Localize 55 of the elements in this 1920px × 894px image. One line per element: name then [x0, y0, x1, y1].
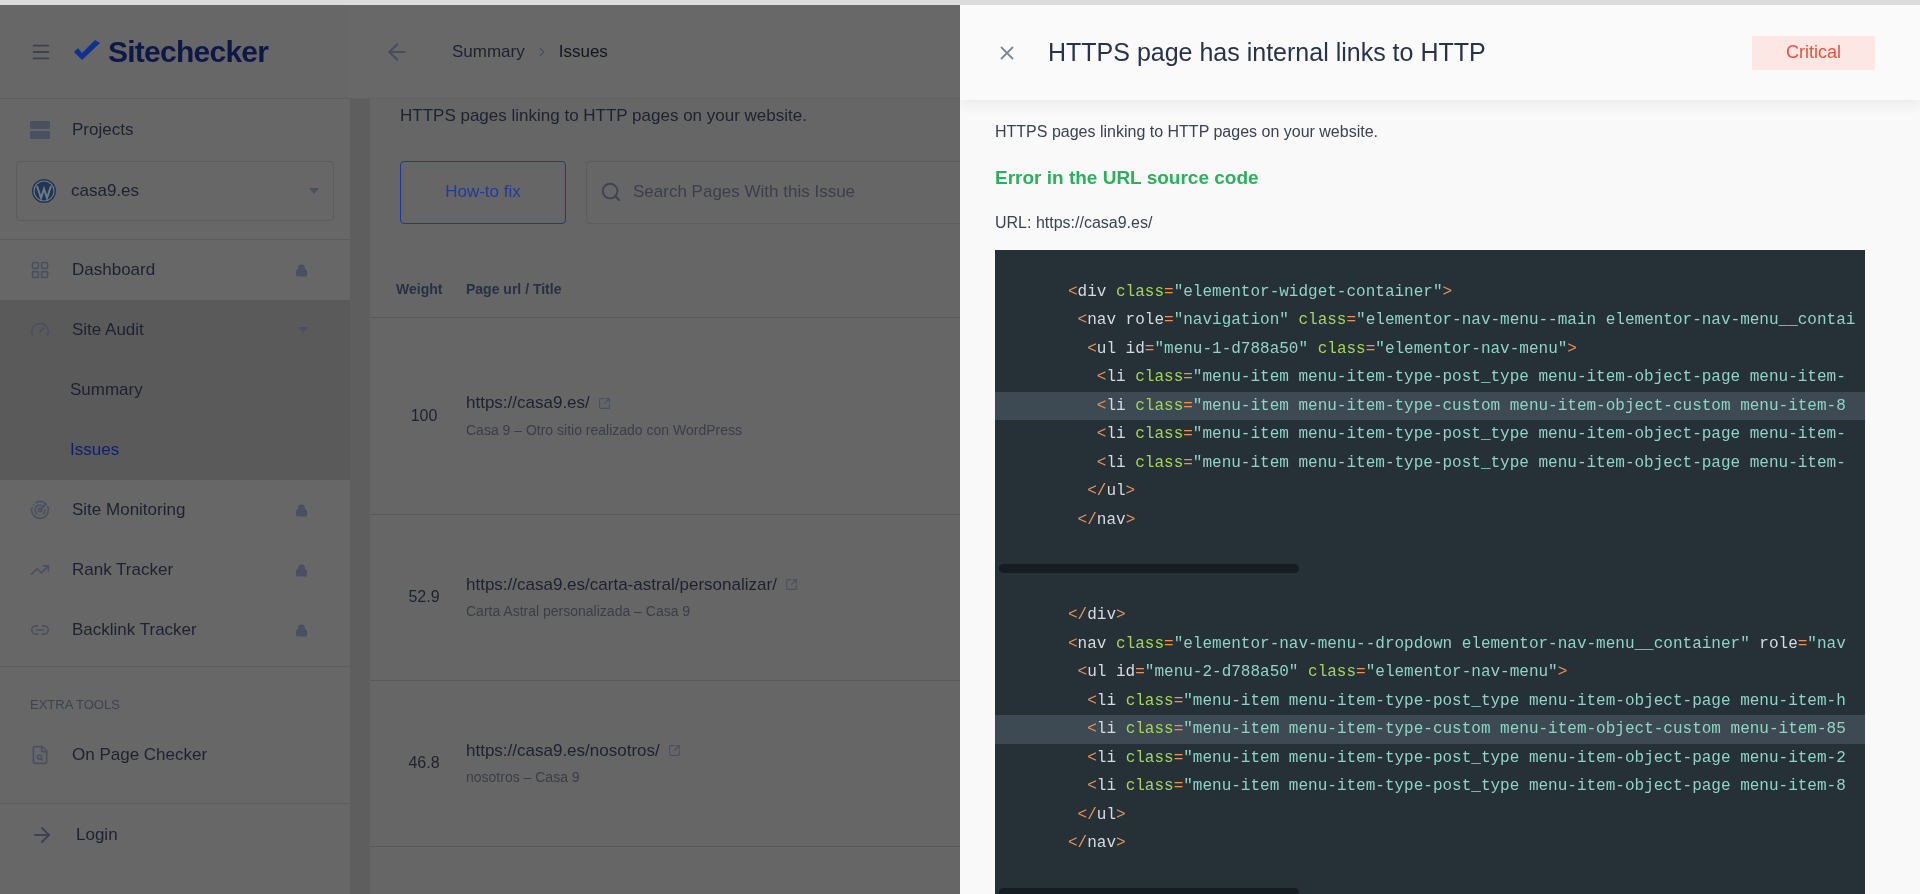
search-icon [600, 180, 622, 203]
nav-item[interactable]: On Page Checker [0, 724, 350, 785]
nav-subitem[interactable]: Summary [0, 360, 350, 420]
url-text: URL: https://casa9.es/ [995, 212, 1153, 233]
weight-cell-text: 52.9 [407, 587, 441, 607]
dashboard-icon [30, 260, 50, 280]
code-line: </ul> [1076, 804, 1127, 826]
page-url[interactable]: https://casa9.es/carta-astral/personalizar/ [466, 571, 777, 598]
code-line: <li class="menu-item menu-item-type-post_type menu-item-object-page menu-item-2 [1086, 747, 1847, 769]
breadcrumb-item[interactable]: Summary [452, 38, 525, 65]
code-line: <div class="elementor-widget-container"> [1067, 281, 1454, 303]
code-line: <li class="menu-item menu-item-type-post_type menu-item-object-page menu-item-h [1086, 690, 1847, 712]
nav-item[interactable]: Rank Tracker [0, 540, 350, 600]
column-header: Page url / Title [466, 279, 562, 299]
radar-icon [30, 500, 50, 520]
severity-badge: Critical [1752, 35, 1875, 70]
caret-icon [309, 188, 319, 194]
code-line: <ul id="menu-1-d788a50" class="elementor-nav-menu"> [1086, 338, 1578, 360]
nav-item[interactable]: Dashboard [0, 240, 350, 300]
drawer-description: HTTPS pages linking to HTTP pages on your website. [995, 122, 1378, 142]
file-search-icon [30, 744, 50, 765]
column-header: Weight [395, 279, 444, 299]
nav-subitem[interactable]: Issues [0, 420, 350, 480]
project-select[interactable]: casa9.es [16, 161, 334, 221]
login-link[interactable]: Login [0, 803, 350, 866]
nav-item[interactable]: Backlink Tracker [0, 600, 350, 660]
section-heading: Error in the URL source code [995, 166, 1259, 190]
server-icon [30, 121, 50, 139]
code-line: <li class="menu-item menu-item-type-post_type menu-item-object-page menu-item- [1095, 367, 1847, 388]
weight-cell-text: 100 [409, 405, 439, 426]
code-line: <li class="menu-item menu-item-type-post_type menu-item-object-page menu-item- [1095, 452, 1847, 474]
description-text: HTTPS pages linking to HTTP pages on your website. [400, 105, 807, 127]
drawer-title: HTTPS page has internal links to HTTP [1048, 36, 1487, 68]
page-url[interactable]: https://casa9.es/ [466, 390, 590, 416]
code-line: </nav> [1076, 509, 1137, 531]
how-to-fix-button[interactable]: How-to fix [400, 160, 566, 224]
code-line: <nav role="navigation" class="elementor-nav-menu--main elementor-nav-menu__contai [1076, 310, 1857, 331]
weight-cell-text: 46.8 [407, 753, 441, 773]
nav-item[interactable]: Site Audit [0, 300, 350, 360]
code-line: </ul> [1086, 481, 1137, 502]
breadcrumb-item: Issues [558, 40, 608, 63]
external-link-icon[interactable] [667, 744, 681, 757]
wordpress-icon [31, 178, 57, 204]
code-line: </div> [1067, 605, 1127, 626]
page-url[interactable]: https://casa9.es/nosotros/ [466, 737, 660, 764]
external-link-icon[interactable] [597, 396, 611, 410]
code-line: </nav> [1067, 833, 1127, 854]
code-line: <nav class="elementor-nav-menu--dropdown elementor-nav-menu__container" role="nav [1067, 633, 1847, 655]
nav-item[interactable]: Site Monitoring [0, 480, 350, 540]
code-line: <li class="menu-item menu-item-type-post_type menu-item-object-page menu-item-8 [1086, 776, 1847, 797]
projects-label[interactable]: Projects [72, 117, 134, 143]
logo-text: Sitechecker [108, 34, 269, 70]
code-line: <ul id="menu-2-d788a50" class="elementor-nav-menu"> [1076, 662, 1569, 683]
code-line: <li class="menu-item menu-item-type-post_type menu-item-object-page menu-item- [1095, 424, 1847, 445]
external-link-icon[interactable] [784, 578, 798, 591]
